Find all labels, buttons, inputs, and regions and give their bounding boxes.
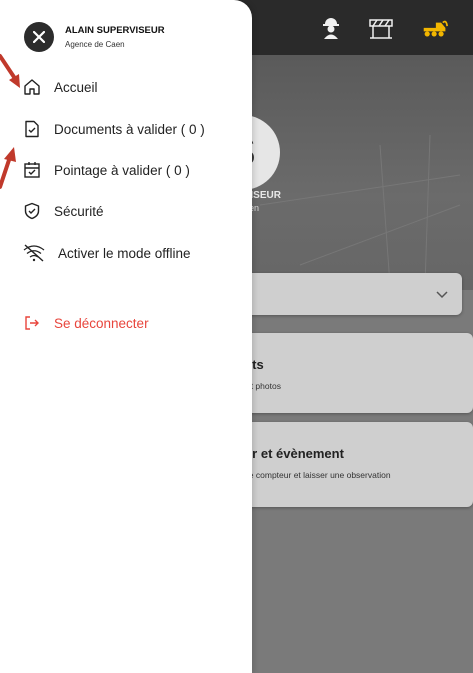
calendar-check-icon (22, 160, 42, 180)
document-check-icon (22, 119, 42, 139)
card-description: ts et photos (237, 381, 281, 391)
barrier-icon[interactable] (368, 14, 394, 40)
annotation-arrow-accueil (0, 54, 20, 88)
navigation-drawer: ALAIN SUPERVISEUR Agence de Caen Accueil… (0, 0, 252, 673)
menu-item-label: Sécurité (54, 203, 104, 219)
chevron-down-icon (436, 286, 448, 302)
card-title: ents (237, 357, 467, 372)
logout-icon (22, 313, 42, 333)
menu-item-label: Activer le mode offline (58, 245, 191, 261)
worker-icon[interactable] (318, 14, 344, 40)
logout-button[interactable]: Se déconnecter (22, 311, 149, 335)
drawer-user-name: ALAIN SUPERVISEUR (65, 25, 165, 36)
card-description: er le compteur et laisser une observatio… (237, 470, 391, 480)
card-title: eur et évènement (237, 446, 344, 461)
menu-item-securite[interactable]: Sécurité (22, 199, 104, 223)
logout-label: Se déconnecter (54, 315, 149, 331)
menu-item-offline[interactable]: Activer le mode offline (22, 241, 191, 265)
site-select[interactable] (240, 273, 462, 315)
menu-item-label: Documents à valider ( 0 ) (54, 121, 205, 137)
documents-card[interactable]: ents ts et photos (230, 333, 473, 413)
annotation-arrow-pointage (0, 147, 16, 189)
menu-item-accueil[interactable]: Accueil (22, 75, 98, 99)
excavator-icon[interactable] (422, 14, 448, 40)
shield-check-icon (22, 201, 42, 221)
menu-item-label: Accueil (54, 79, 98, 95)
counter-event-card[interactable]: eur et évènement er le compteur et laiss… (230, 422, 473, 507)
wifi-off-icon (22, 243, 46, 263)
drawer-profile: ALAIN SUPERVISEUR Agence de Caen (24, 22, 165, 52)
home-icon (22, 77, 42, 97)
menu-item-documents[interactable]: Documents à valider ( 0 ) (22, 117, 205, 141)
close-icon (33, 31, 45, 43)
close-drawer-button[interactable] (24, 22, 54, 52)
menu-item-pointage[interactable]: Pointage à valider ( 0 ) (22, 158, 190, 182)
drawer-user-agency: Agence de Caen (65, 40, 125, 49)
menu-item-label: Pointage à valider ( 0 ) (54, 162, 190, 178)
